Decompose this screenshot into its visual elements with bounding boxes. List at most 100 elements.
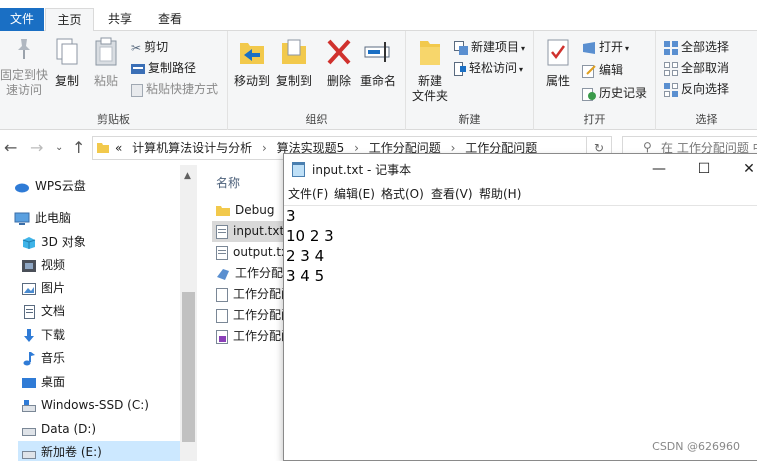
new-folder-button[interactable]: 新建 文件夹 <box>410 37 450 104</box>
tab-share[interactable]: 共享 <box>96 8 144 31</box>
menu-help[interactable]: 帮助(H) <box>479 185 521 202</box>
history-label: 历史记录 <box>599 86 648 100</box>
properties-icon <box>547 39 569 66</box>
notepad-app-icon <box>292 162 305 177</box>
copy-to-button[interactable]: 复制到 <box>272 37 316 89</box>
pin-quick-access-button[interactable]: 固定到快 速访问 <box>0 37 48 98</box>
organize-group-label: 组织 <box>305 113 328 126</box>
chevron-down-icon: ▾ <box>521 44 526 53</box>
column-header-name[interactable]: 名称 <box>216 174 240 191</box>
close-button[interactable]: ✕ <box>737 158 757 180</box>
tab-home[interactable]: 主页 <box>45 8 94 32</box>
file-icon <box>216 287 228 302</box>
paste-shortcut-icon <box>131 83 143 97</box>
drive-d-icon <box>22 427 36 436</box>
invert-selection-label: 反向选择 <box>681 82 730 96</box>
picture-icon <box>22 282 36 295</box>
nav-label: WPS云盘 <box>35 179 86 193</box>
nav-item-drive-c[interactable]: Windows-SSD (C:) <box>22 394 149 416</box>
copy-icon <box>56 38 78 65</box>
copy-path-button[interactable]: 复制路径 <box>131 58 196 78</box>
music-icon <box>23 351 35 365</box>
easy-access-button[interactable]: 轻松访问 ▾ <box>454 58 523 78</box>
nav-item-pictures[interactable]: 图片 <box>22 277 65 299</box>
up-arrow-icon[interactable]: ↑ <box>72 138 85 157</box>
solution-file-icon <box>217 268 229 280</box>
menu-view[interactable]: 查看(V) <box>431 185 473 202</box>
text-file-icon <box>216 224 228 239</box>
menu-format[interactable]: 格式(O) <box>381 185 424 202</box>
file-item-output-txt[interactable]: output.txt <box>216 242 293 263</box>
video-icon <box>22 259 36 272</box>
maximize-button[interactable]: ☐ <box>692 158 716 180</box>
edit-icon <box>582 64 596 78</box>
rename-label: 重命名 <box>359 74 396 88</box>
edit-button[interactable]: 编辑 <box>582 60 623 80</box>
cube-icon <box>22 236 36 249</box>
minimize-button[interactable]: — <box>647 158 671 180</box>
open-group: 属性 打开 ▾ 编辑 历史记录 打开 <box>534 31 656 130</box>
copy-button[interactable]: 复制 <box>50 37 84 89</box>
menu-file[interactable]: 文件(F) <box>288 185 328 202</box>
move-to-label: 移动到 <box>233 74 270 88</box>
nav-item-desktop[interactable]: 桌面 <box>22 371 65 393</box>
nav-scrollbar[interactable]: ▲ <box>180 165 197 461</box>
forward-arrow-icon[interactable]: → <box>30 138 43 157</box>
text-line: 10 2 3 <box>286 227 334 245</box>
invert-selection-button[interactable]: 反向选择 <box>664 79 729 99</box>
menu-edit[interactable]: 编辑(E) <box>334 185 375 202</box>
paste-button[interactable]: 粘贴 <box>88 37 124 89</box>
open-label: 打开 <box>599 40 624 54</box>
nav-item-wps-cloud[interactable]: WPS云盘 <box>14 175 86 197</box>
file-label: Debug <box>235 203 275 217</box>
open-group-label: 打开 <box>583 113 606 126</box>
new-item-button[interactable]: 新建项目 ▾ <box>454 37 525 57</box>
nav-item-documents[interactable]: 文档 <box>22 300 65 322</box>
search-icon: ⚲ <box>643 140 652 154</box>
breadcrumb-item[interactable]: 计算机算法设计与分析 <box>132 141 252 155</box>
nav-item-videos[interactable]: 视频 <box>22 254 65 276</box>
tab-view[interactable]: 查看 <box>146 8 194 31</box>
select-all-button[interactable]: 全部选择 <box>664 37 729 57</box>
move-to-button[interactable]: 移动到 <box>232 37 272 89</box>
nav-item-drive-d[interactable]: Data (D:) <box>22 418 96 440</box>
rename-button[interactable]: 重命名 <box>358 37 398 89</box>
cut-button[interactable]: ✂ 剪切 <box>131 37 168 57</box>
file-item-debug[interactable]: Debug <box>216 200 274 221</box>
open-button[interactable]: 打开 ▾ <box>582 37 629 57</box>
properties-button[interactable]: 属性 <box>540 37 576 89</box>
new-folder-label-1: 新建 <box>417 74 442 88</box>
new-folder-icon <box>420 41 440 65</box>
scroll-up-arrow-icon[interactable]: ▲ <box>184 171 191 181</box>
folder-icon <box>216 205 230 216</box>
scroll-thumb[interactable] <box>182 292 195 442</box>
notepad-text-area[interactable]: 3 10 2 3 2 3 4 3 4 5 CSDN @626960 <box>284 205 757 461</box>
delete-button[interactable]: 删除 <box>324 37 354 89</box>
copy-path-label: 复制路径 <box>148 61 197 75</box>
history-button[interactable]: 历史记录 <box>582 83 647 103</box>
text-file-icon <box>216 245 228 260</box>
nav-item-3d-objects[interactable]: 3D 对象 <box>22 231 86 253</box>
nav-item-this-pc[interactable]: 此电脑 <box>14 207 71 229</box>
nav-item-drive-e[interactable]: 新加卷 (E:) <box>18 441 180 461</box>
notepad-title-bar[interactable]: input.txt - 记事本 — ☐ ✕ <box>284 154 757 184</box>
nav-label: 音乐 <box>41 351 66 365</box>
tab-file[interactable]: 文件 <box>0 8 44 31</box>
folder-icon <box>97 143 109 153</box>
breadcrumb-overflow[interactable]: « <box>115 141 122 155</box>
download-icon <box>24 328 34 342</box>
nav-label: 此电脑 <box>35 211 72 225</box>
paste-shortcut-button[interactable]: 粘贴快捷方式 <box>131 79 218 99</box>
ribbon: 固定到快 速访问 复制 粘贴 ✂ 剪切 复制路径 粘贴快捷方式 剪贴板 移动到 … <box>0 31 757 130</box>
nav-item-downloads[interactable]: 下载 <box>22 324 65 346</box>
nav-item-music[interactable]: 音乐 <box>22 347 65 369</box>
drive-e-icon <box>22 450 36 459</box>
text-line: 3 <box>286 207 296 225</box>
copy-label: 复制 <box>54 74 79 88</box>
select-none-button[interactable]: 全部取消 <box>664 58 729 78</box>
recent-locations-chevron-icon[interactable]: ⌄ <box>55 142 63 153</box>
back-arrow-icon[interactable]: ← <box>4 138 17 157</box>
easy-access-icon <box>454 61 466 76</box>
new-item-label: 新建项目 <box>471 40 520 54</box>
select-none-icon <box>664 61 678 76</box>
